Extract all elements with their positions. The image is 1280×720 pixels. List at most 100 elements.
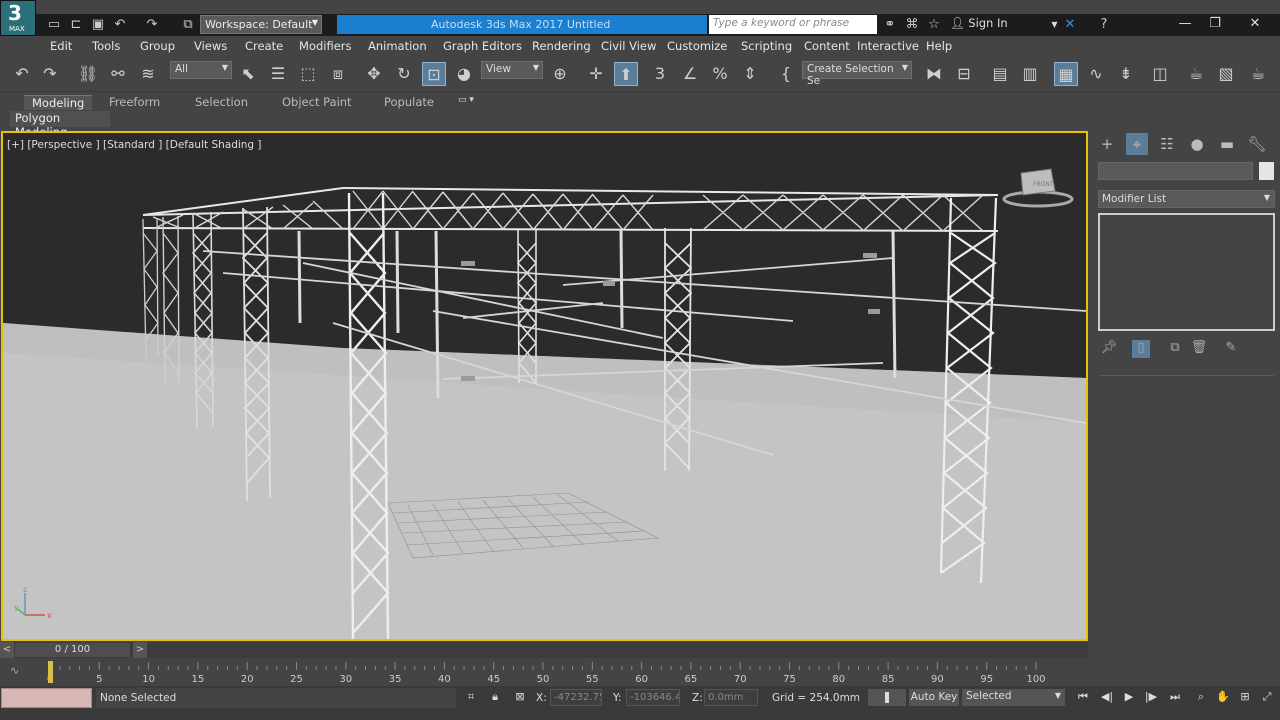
menu-customize[interactable]: Customize	[667, 39, 727, 53]
search-input[interactable]: Type a keyword or phrase	[709, 15, 877, 34]
bind-space-warp-icon[interactable]: ≋	[136, 62, 160, 86]
previous-key-icon[interactable]: ◀|	[1098, 690, 1116, 706]
unlink-icon[interactable]: ⚯	[106, 62, 130, 86]
tab-selection[interactable]: Selection	[195, 95, 248, 109]
undo-icon[interactable]: ↶	[112, 17, 128, 33]
communication-center-icon[interactable]: ⌘	[904, 17, 920, 33]
select-object-icon[interactable]: ⬉	[236, 62, 260, 86]
viewport-label[interactable]: [+] [Perspective ] [Standard ] [Default …	[7, 139, 262, 151]
open-file-icon[interactable]: ⊏	[68, 17, 84, 33]
rotate-icon[interactable]: ↻	[392, 62, 416, 86]
menu-create[interactable]: Create	[245, 39, 283, 53]
tab-object-paint[interactable]: Object Paint	[282, 95, 352, 109]
make-unique-icon[interactable]: ⧉	[1166, 340, 1184, 358]
remove-modifier-icon[interactable]: 🗑︎	[1190, 340, 1208, 358]
tab-populate[interactable]: Populate	[384, 95, 434, 109]
render-production-icon[interactable]: ☕	[1246, 62, 1270, 86]
utilities-tab-icon[interactable]: 🔧︎	[1246, 133, 1268, 155]
y-coord-field[interactable]: -103646.4	[626, 689, 680, 706]
curve-editor-icon[interactable]: ∿	[1084, 62, 1108, 86]
mirror-icon[interactable]: ⧓	[922, 62, 946, 86]
minimize-button[interactable]: —	[1170, 14, 1200, 36]
time-slider[interactable]: < 0 / 100 >	[0, 642, 1088, 658]
isolate-selection-icon[interactable]: ⌗	[462, 690, 480, 706]
play-icon[interactable]: ▶	[1120, 690, 1138, 706]
save-file-icon[interactable]: ▣	[90, 17, 106, 33]
menu-scripting[interactable]: Scripting	[741, 39, 792, 53]
zoom-extents-icon[interactable]: ⊞	[1236, 690, 1254, 706]
keyboard-shortcut-override-icon[interactable]: ⬆	[614, 62, 638, 86]
toggle-ribbon-icon[interactable]: ▦	[1054, 62, 1078, 86]
modify-tab-icon[interactable]: ⌖	[1126, 133, 1148, 155]
edit-named-selection-icon[interactable]: {	[774, 62, 798, 86]
next-key-icon[interactable]: |▶	[1142, 690, 1160, 706]
menu-views[interactable]: Views	[194, 39, 227, 53]
set-key-icon[interactable]	[868, 689, 906, 706]
favorites-star-icon[interactable]: ☆	[926, 17, 942, 33]
maximize-viewport-icon[interactable]: ⤢	[1258, 690, 1276, 706]
menu-animation[interactable]: Animation	[368, 39, 427, 53]
selection-filter-dropdown[interactable]: All ▼	[170, 61, 232, 79]
ribbon-options-icon[interactable]: ▭ ▾	[458, 95, 474, 105]
schematic-view-icon[interactable]: ⇟	[1114, 62, 1138, 86]
named-selection-set-dropdown[interactable]: Create Selection Se ▼	[802, 61, 912, 87]
menu-group[interactable]: Group	[140, 39, 175, 53]
motion-tab-icon[interactable]: ●	[1186, 133, 1208, 155]
menu-content[interactable]: Content	[804, 39, 850, 53]
perspective-viewport[interactable]: [+] [Perspective ] [Standard ] [Default …	[1, 131, 1088, 641]
spinner-snap-icon[interactable]: ⇕	[738, 62, 762, 86]
app-logo[interactable]: 3 MAX	[0, 0, 36, 36]
scene-explorer-icon[interactable]: ▥	[1018, 62, 1042, 86]
help-icon[interactable]: ?	[1096, 17, 1112, 33]
hierarchy-tab-icon[interactable]: ☷	[1156, 133, 1178, 155]
zoom-icon[interactable]: ⌕	[1192, 690, 1210, 706]
rectangular-selection-icon[interactable]: ⬚	[296, 62, 320, 86]
show-end-result-icon[interactable]: ▯	[1132, 340, 1150, 358]
select-by-name-icon[interactable]: ☰	[266, 62, 290, 86]
window-crossing-icon[interactable]: ⧈	[326, 62, 350, 86]
time-slider-thumb[interactable]: 0 / 100	[15, 643, 130, 657]
previous-frame-icon[interactable]: <	[0, 642, 14, 658]
absolute-mode-icon[interactable]: ⊠	[511, 690, 529, 706]
select-manipulate-icon[interactable]: ✛	[584, 62, 608, 86]
redo-icon[interactable]: ↷	[144, 17, 160, 33]
placement-icon[interactable]: ◕	[452, 62, 476, 86]
align-icon[interactable]: ⊟	[952, 62, 976, 86]
maximize-button[interactable]: ❐	[1200, 14, 1230, 36]
menu-rendering[interactable]: Rendering	[532, 39, 591, 53]
track-bar[interactable]: ∿ 05101520253035404550556065707580859095…	[0, 658, 1088, 686]
menu-tools[interactable]: Tools	[92, 39, 120, 53]
object-color-swatch[interactable]	[1259, 162, 1274, 180]
rendered-frame-window-icon[interactable]: ▧	[1214, 62, 1238, 86]
menu-help[interactable]: Help	[926, 39, 952, 53]
next-frame-icon[interactable]: >	[133, 642, 147, 658]
menu-edit[interactable]: Edit	[50, 39, 72, 53]
auto-key-button[interactable]: Auto Key	[909, 689, 959, 706]
close-button[interactable]: ✕	[1240, 14, 1270, 36]
go-to-start-icon[interactable]: ⏮	[1074, 690, 1092, 706]
exchange-apps-icon[interactable]: ✕	[1062, 17, 1078, 33]
scale-icon[interactable]: ⊡	[422, 62, 446, 86]
display-tab-icon[interactable]: ▬	[1216, 133, 1238, 155]
selection-lock-icon[interactable]: 🔒︎	[486, 690, 504, 706]
binoculars-icon[interactable]: ⚭	[882, 17, 898, 33]
mini-curve-editor-icon[interactable]: ∿	[10, 664, 19, 677]
new-file-icon[interactable]: ▭	[46, 17, 62, 33]
pin-stack-icon[interactable]: 📌︎	[1100, 340, 1118, 358]
redo-icon[interactable]: ↷	[38, 62, 62, 86]
angle-snap-icon[interactable]: ∠	[678, 62, 702, 86]
menu-civil-view[interactable]: Civil View	[601, 39, 656, 53]
go-to-end-icon[interactable]: ⏭	[1166, 690, 1184, 706]
key-filter-dropdown[interactable]: Selected ▼	[962, 689, 1065, 706]
object-name-field[interactable]	[1098, 162, 1253, 180]
undo-icon[interactable]: ↶	[10, 62, 34, 86]
layer-manager-icon[interactable]: ▤	[988, 62, 1012, 86]
workspace-dropdown[interactable]: Workspace: Default ▼	[200, 15, 322, 34]
zoom-all-icon[interactable]: ✋	[1214, 690, 1232, 706]
polygon-modeling-panel[interactable]: Polygon Modeling	[10, 111, 110, 139]
create-tab-icon[interactable]: +	[1096, 133, 1118, 155]
frame-ruler[interactable]: 0510152025303540455055606570758085909510…	[40, 660, 1088, 686]
modifier-stack[interactable]	[1098, 213, 1275, 331]
configure-modifier-sets-icon[interactable]: ✎	[1222, 340, 1240, 358]
modifier-list-dropdown[interactable]: Modifier List ▼	[1098, 190, 1275, 208]
